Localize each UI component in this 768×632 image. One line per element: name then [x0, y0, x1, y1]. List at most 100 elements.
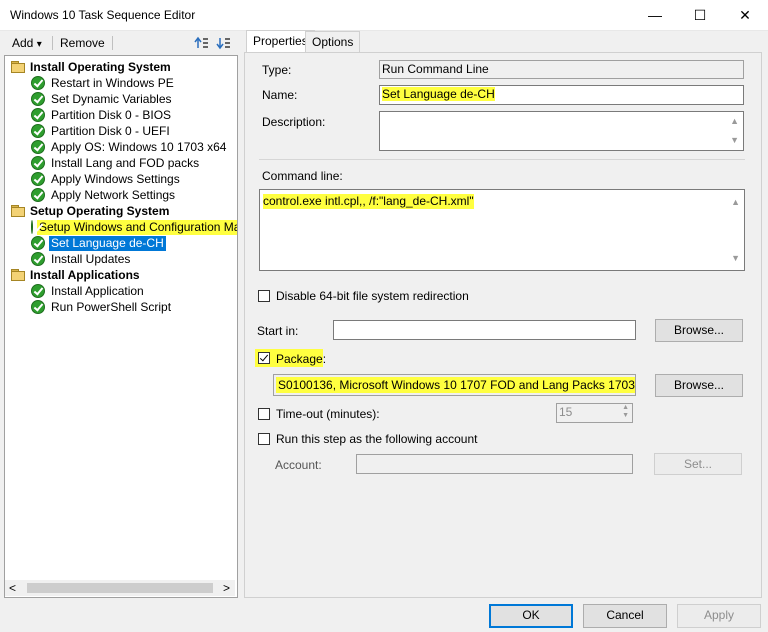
cancel-button[interactable]: Cancel: [583, 604, 667, 628]
command-line-value: control.exe intl.cpl,, /f:"lang_de-CH.xm…: [263, 194, 474, 209]
tree-step[interactable]: Apply Windows Settings: [31, 171, 182, 187]
start-in-label: Start in:: [257, 324, 299, 338]
tree-step[interactable]: Partition Disk 0 - UEFI: [31, 123, 172, 139]
check-icon: [31, 252, 45, 266]
type-field: Run Command Line: [379, 60, 744, 79]
folder-icon: [11, 269, 25, 281]
package-field: S0100136, Microsoft Windows 10 1707 FOD …: [273, 374, 636, 396]
folder-icon: [11, 205, 25, 217]
tree-step[interactable]: Install Application: [31, 283, 146, 299]
run-as-checkbox[interactable]: [258, 433, 270, 445]
toolbar-separator: [112, 36, 113, 50]
move-down-icon[interactable]: [216, 35, 232, 54]
check-icon: [31, 124, 45, 138]
move-up-icon[interactable]: [194, 35, 210, 54]
tree-item-label: Apply Network Settings: [51, 187, 176, 202]
tree-item-label: Install Application: [51, 283, 144, 298]
name-input[interactable]: Set Language de-CH: [379, 85, 744, 105]
scroll-up-icon[interactable]: ▲: [730, 113, 739, 130]
dropdown-arrow-icon: ▾: [36, 39, 42, 50]
tree-item-label: Setup Operating System: [30, 203, 170, 218]
check-icon: [31, 300, 45, 314]
set-account-button: Set...: [654, 453, 742, 475]
tree-step[interactable]: Apply Network Settings: [31, 187, 177, 203]
toolbar: Add ▾ Remove: [4, 33, 240, 53]
check-icon: [31, 220, 33, 234]
scroll-up-icon[interactable]: ▲: [731, 194, 740, 211]
package-value: S0100136, Microsoft Windows 10 1707 FOD …: [276, 377, 635, 393]
close-button[interactable]: ✕: [722, 0, 768, 30]
properties-pane: Type: Run Command Line Name: Set Languag…: [244, 52, 762, 598]
package-checkbox[interactable]: [258, 352, 270, 364]
tree-item-label: Set Dynamic Variables: [51, 91, 172, 106]
tab-options[interactable]: Options: [305, 31, 361, 53]
scrollbar-thumb[interactable]: [27, 583, 213, 593]
tree-step[interactable]: Set Dynamic Variables: [31, 91, 174, 107]
ok-button[interactable]: OK: [489, 604, 573, 628]
tree-step[interactable]: Install Lang and FOD packs: [31, 155, 201, 171]
check-icon: [31, 156, 45, 170]
name-label: Name:: [262, 88, 298, 102]
tree-item-label: Set Language de-CH: [49, 235, 166, 251]
check-icon: [31, 284, 45, 298]
remove-button[interactable]: Remove: [60, 36, 105, 50]
timeout-stepper: 15 ▲ ▼: [556, 403, 633, 423]
tree-step[interactable]: Install Updates: [31, 251, 132, 267]
scroll-right-icon[interactable]: >: [223, 581, 230, 595]
disable-redirection-label: Disable 64-bit file system redirection: [276, 289, 469, 303]
tree-item-label: Partition Disk 0 - BIOS: [51, 107, 172, 122]
tree-step[interactable]: Restart in Windows PE: [31, 75, 176, 91]
tree-step[interactable]: Apply OS: Windows 10 1703 x64: [31, 139, 228, 155]
tree-step[interactable]: Run PowerShell Script: [31, 299, 173, 315]
disable-redirection-checkbox[interactable]: [258, 290, 270, 302]
timeout-value: 15: [559, 405, 573, 419]
tree-item-label: Install Updates: [51, 251, 131, 266]
tree-step[interactable]: Partition Disk 0 - BIOS: [31, 107, 173, 123]
minimize-button[interactable]: —: [632, 0, 678, 30]
tree-group[interactable]: Setup Operating System: [11, 203, 171, 219]
check-icon: [31, 188, 45, 202]
tree-group[interactable]: Install Operating System: [11, 59, 173, 75]
timeout-label: Time-out (minutes):: [276, 407, 380, 421]
package-label: Package:: [276, 352, 327, 366]
check-icon: [31, 92, 45, 106]
tree-horizontal-scrollbar[interactable]: < >: [5, 580, 235, 596]
apply-button: Apply: [677, 604, 761, 628]
add-label: Add: [12, 36, 34, 50]
tree-item-label: Restart in Windows PE: [51, 75, 174, 90]
maximize-button[interactable]: ☐: [677, 0, 723, 30]
tree-item-label: Install Lang and FOD packs: [51, 155, 200, 170]
title-bar: Windows 10 Task Sequence Editor — ☐ ✕: [0, 0, 768, 31]
tree-item-label: Install Operating System: [30, 59, 171, 74]
start-in-input[interactable]: [333, 320, 636, 340]
task-sequence-tree[interactable]: Install Operating System Restart in Wind…: [4, 55, 238, 598]
tree-group[interactable]: Install Applications: [11, 267, 142, 283]
tree-item-label: Apply Windows Settings: [51, 171, 180, 186]
add-menu-button[interactable]: Add ▾: [12, 36, 42, 50]
stepper-arrows-icon: ▲ ▼: [622, 404, 629, 419]
account-label: Account:: [275, 458, 322, 472]
description-label: Description:: [262, 115, 326, 129]
browse-start-in-button[interactable]: Browse...: [655, 319, 743, 342]
tree-item-label: Apply OS: Windows 10 1703 x64: [51, 139, 227, 154]
account-field: [356, 454, 633, 474]
toolbar-separator: [52, 36, 53, 50]
scroll-down-icon[interactable]: ▼: [731, 250, 740, 267]
scroll-left-icon[interactable]: <: [9, 581, 16, 595]
command-line-textarea[interactable]: control.exe intl.cpl,, /f:"lang_de-CH.xm…: [259, 189, 745, 271]
tree-step[interactable]: Setup Windows and Configuration Mar: [31, 219, 237, 235]
folder-icon: [11, 61, 25, 73]
tree-item-label: Setup Windows and Configuration Mar: [37, 219, 237, 235]
scroll-down-icon[interactable]: ▼: [730, 132, 739, 149]
tree-step-selected[interactable]: Set Language de-CH: [31, 235, 166, 251]
description-textarea[interactable]: ▲ ▼: [379, 111, 744, 151]
command-line-label: Command line:: [262, 169, 343, 183]
tree-item-label: Run PowerShell Script: [51, 299, 172, 314]
check-icon: [31, 140, 45, 154]
browse-package-button[interactable]: Browse...: [655, 374, 743, 397]
tree-item-label: Install Applications: [30, 267, 140, 282]
type-label: Type:: [262, 63, 292, 77]
tree-item-label: Partition Disk 0 - UEFI: [51, 123, 170, 138]
timeout-checkbox[interactable]: [258, 408, 270, 420]
check-icon: [31, 236, 45, 250]
